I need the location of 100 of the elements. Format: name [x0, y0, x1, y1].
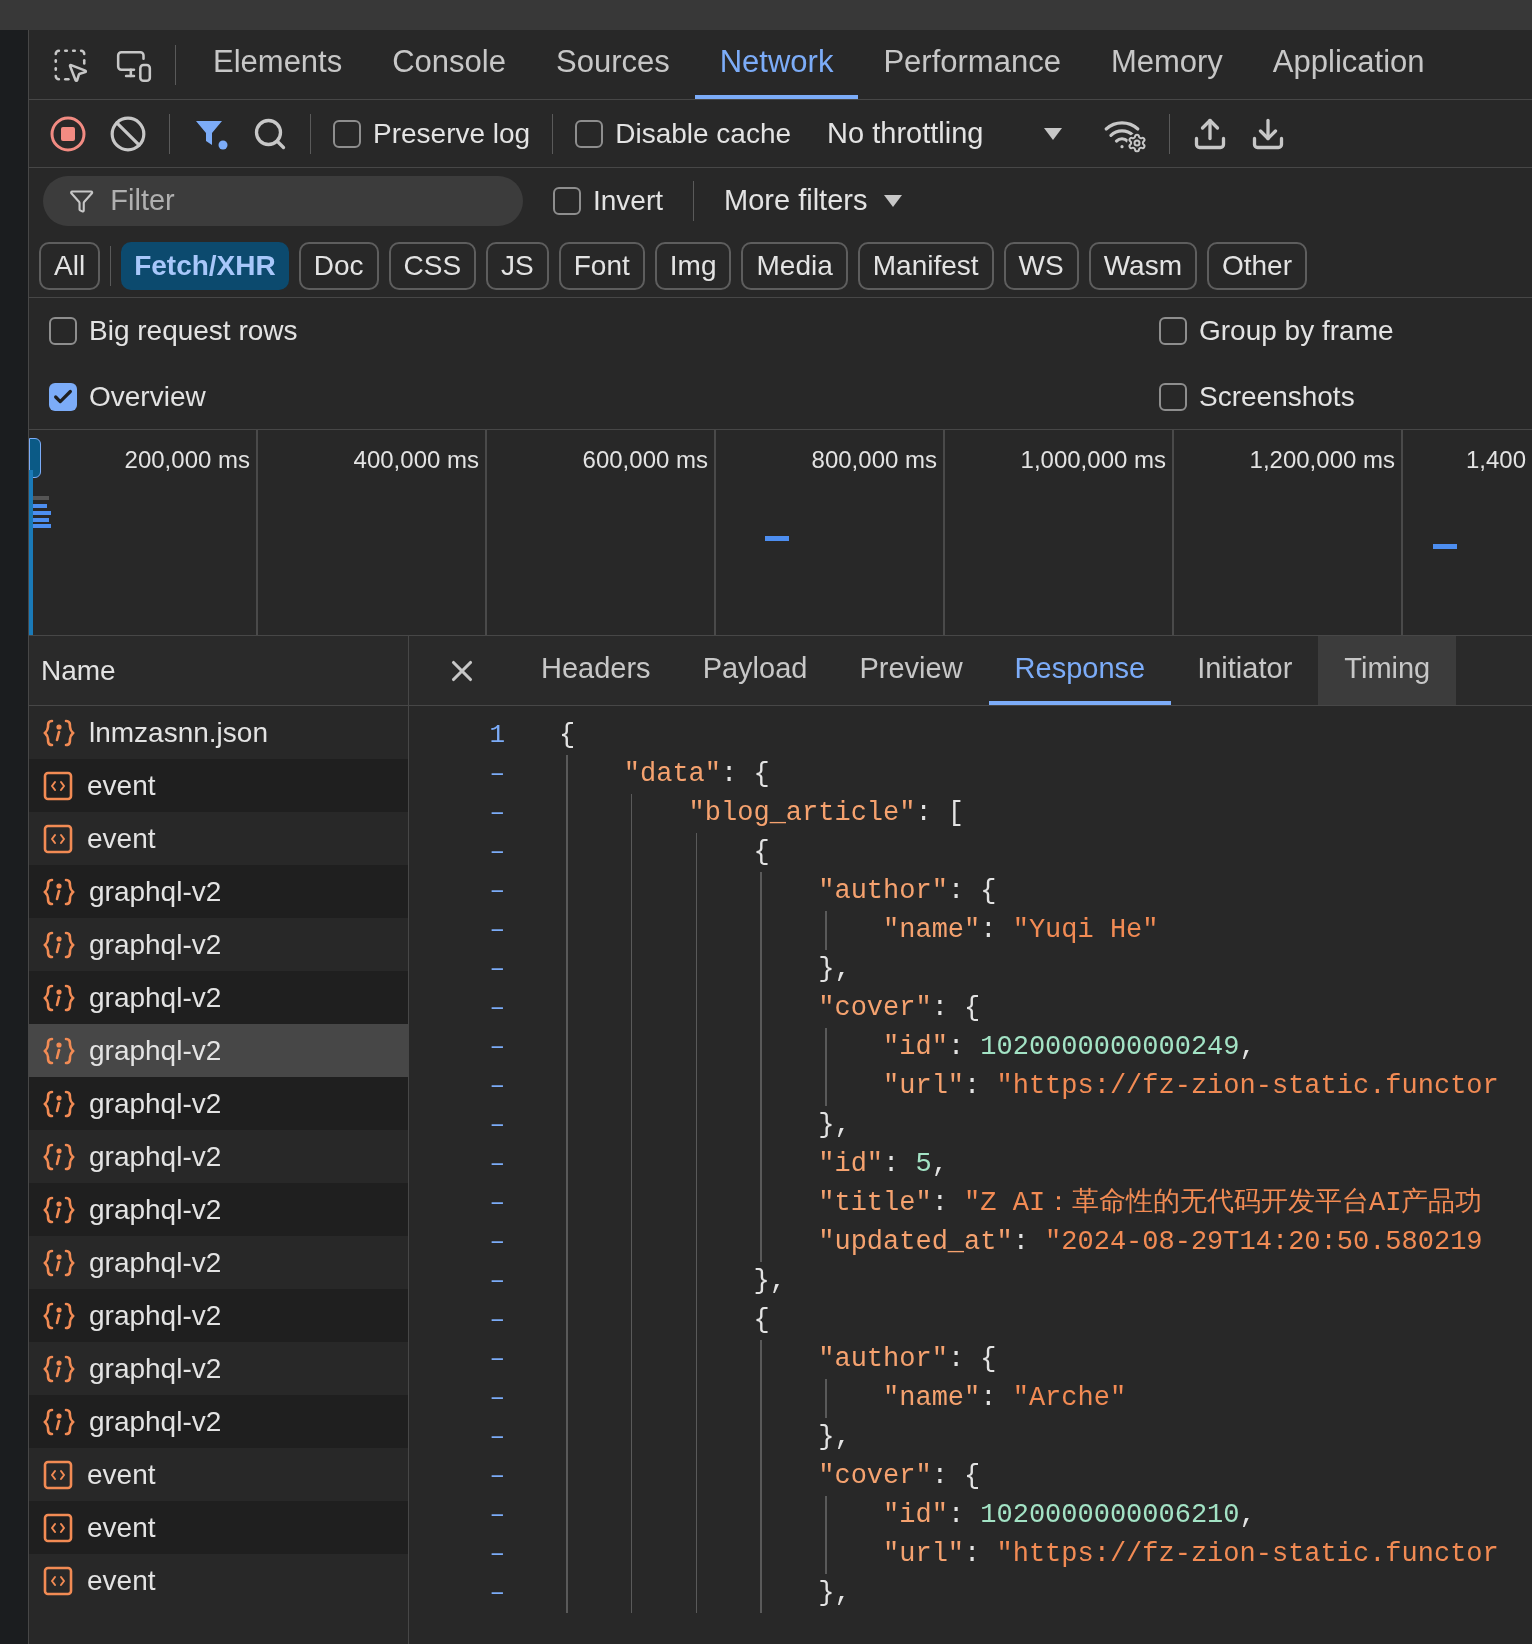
request-name: graphql-v2: [89, 1086, 222, 1121]
request-row[interactable]: graphql-v2: [29, 865, 408, 918]
request-name: event: [87, 1457, 156, 1492]
checkbox[interactable]: [553, 187, 581, 215]
type-filter-chip[interactable]: JS: [486, 241, 549, 290]
checkbox[interactable]: [1159, 317, 1187, 345]
checkbox[interactable]: [1159, 383, 1187, 411]
request-name: graphql-v2: [89, 1404, 222, 1439]
detail-tab[interactable]: Response: [988, 636, 1172, 705]
request-name: graphql-v2: [89, 874, 222, 909]
request-name: graphql-v2: [89, 1139, 222, 1174]
setting-checkbox[interactable]: Group by frame: [1159, 310, 1394, 352]
line-number: –: [488, 1265, 506, 1298]
panel-tab[interactable]: Sources: [531, 30, 695, 99]
code-line: "cover": {: [817, 992, 982, 1025]
json-file-icon: [43, 1088, 75, 1119]
code-line: "updated_at": "2024-08-29T14:20:50.580219: [817, 1226, 1484, 1259]
time-tick-label: 1,200,000 ms: [1249, 445, 1395, 475]
checkbox[interactable]: [49, 317, 77, 345]
panel-tab[interactable]: Application: [1247, 30, 1450, 99]
code-line: },: [817, 1109, 852, 1142]
type-filter-chip[interactable]: Font: [558, 241, 645, 290]
setting-checkbox[interactable]: Overview: [49, 376, 206, 418]
type-filter-chip[interactable]: Media: [741, 241, 848, 290]
type-filter-chip[interactable]: Doc: [298, 241, 379, 290]
request-row[interactable]: graphql-v2: [29, 1024, 408, 1077]
type-filter-chip[interactable]: All: [39, 241, 101, 290]
caret-icon: [1043, 126, 1064, 141]
line-number: –: [488, 1499, 506, 1532]
setting-checkbox[interactable]: Screenshots: [1159, 376, 1355, 418]
code-line: "data": {: [622, 758, 771, 791]
code-line: "id": 1020000000000249,: [882, 1031, 1257, 1064]
request-name: event: [87, 1563, 156, 1598]
request-row[interactable]: graphql-v2: [29, 1077, 408, 1130]
request-bar: [765, 536, 789, 541]
line-number: –: [488, 1304, 506, 1337]
line-number: –: [488, 1421, 506, 1454]
panel-tab[interactable]: Network: [694, 30, 859, 99]
json-file-icon: [43, 1300, 75, 1331]
type-filter-chip[interactable]: Fetch/XHR: [121, 241, 289, 290]
detail-tab[interactable]: Preview: [833, 636, 989, 705]
setting-checkbox[interactable]: Big request rows: [49, 310, 298, 352]
request-row[interactable]: graphql-v2: [29, 971, 408, 1024]
request-name: graphql-v2: [89, 1033, 222, 1068]
request-row[interactable]: event: [29, 1501, 408, 1554]
line-number: –: [488, 1577, 506, 1610]
filter-input[interactable]: Filter: [110, 179, 497, 223]
detail-tab[interactable]: Headers: [515, 636, 677, 705]
panel-tab[interactable]: Memory: [1085, 30, 1248, 99]
json-file-icon: [43, 1194, 75, 1225]
code-line: "name": "Yuqi He": [882, 914, 1160, 947]
request-name: event: [87, 821, 156, 856]
type-filter-chip[interactable]: Img: [654, 241, 732, 290]
request-name: graphql-v2: [89, 927, 222, 962]
code-line: "blog_article": [: [687, 797, 966, 830]
request-name: graphql-v2: [89, 1298, 222, 1333]
type-filter-chip[interactable]: Other: [1207, 241, 1307, 290]
disable-cache-checkbox[interactable]: Disable cache: [575, 112, 792, 155]
checkbox[interactable]: [49, 383, 77, 411]
line-number: –: [488, 1187, 506, 1220]
record-stop-icon[interactable]: [49, 114, 87, 153]
time-tick-label: 800,000 ms: [811, 445, 937, 475]
checkbox[interactable]: [575, 119, 604, 148]
clear-icon[interactable]: [109, 114, 147, 153]
type-filter-chip[interactable]: Wasm: [1088, 241, 1197, 290]
code-line: "author": {: [817, 875, 998, 908]
more-filters-dropdown[interactable]: More filters: [724, 179, 904, 223]
type-filter-chip[interactable]: CSS: [388, 241, 477, 290]
type-filter-chip[interactable]: WS: [1003, 241, 1079, 290]
checkbox[interactable]: [333, 119, 361, 148]
document-icon: [43, 1565, 73, 1596]
code-line: {: [752, 836, 771, 869]
request-row[interactable]: graphql-v2: [29, 1289, 408, 1342]
json-file-icon: [43, 876, 75, 907]
panel-tab[interactable]: Elements: [188, 30, 368, 99]
throttling-dropdown[interactable]: No throttling: [813, 111, 1064, 156]
caret-icon: [883, 194, 904, 208]
filter-field[interactable]: Filter: [43, 176, 523, 226]
json-file-icon: [43, 1406, 75, 1437]
preserve-log-checkbox[interactable]: Preserve log: [333, 112, 531, 155]
json-file-icon: [43, 1247, 75, 1278]
line-number: –: [488, 992, 506, 1025]
panel-tab[interactable]: Console: [367, 30, 531, 99]
invert-checkbox[interactable]: Invert: [553, 180, 664, 222]
line-number: –: [488, 914, 506, 947]
detail-tab[interactable]: Payload: [676, 636, 834, 705]
line-number: –: [488, 953, 506, 986]
detail-tab[interactable]: Timing: [1318, 636, 1457, 705]
request-row[interactable]: graphql-v2: [29, 1395, 408, 1448]
code-line: {: [559, 719, 577, 752]
line-number: –: [488, 1226, 506, 1259]
request-row[interactable]: event: [29, 759, 408, 812]
line-number: –: [488, 1148, 506, 1181]
detail-tab[interactable]: Initiator: [1171, 636, 1319, 705]
code-line: "url": "https://fz-zion-static.functor: [882, 1538, 1500, 1571]
request-row[interactable]: graphql-v2: [29, 1183, 408, 1236]
overview-handle[interactable]: [29, 438, 41, 478]
panel-tab[interactable]: Performance: [858, 30, 1086, 99]
type-filter-chip[interactable]: Manifest: [857, 241, 994, 290]
json-file-icon: [43, 1353, 75, 1384]
